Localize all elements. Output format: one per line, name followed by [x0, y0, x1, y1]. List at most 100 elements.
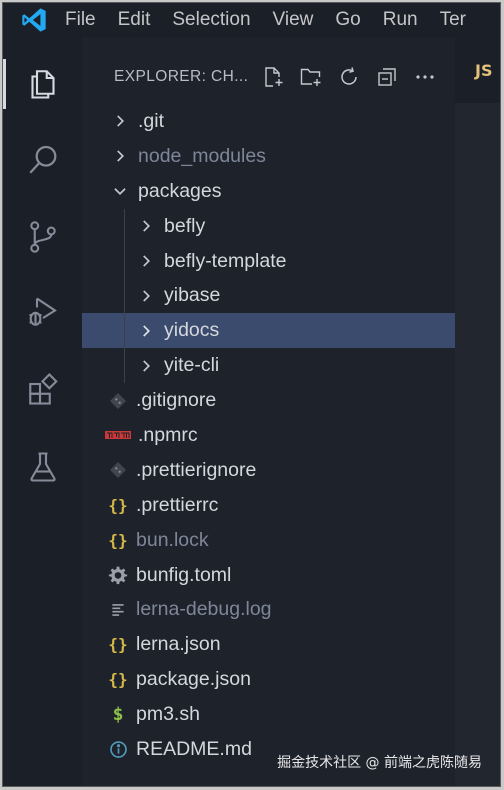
refresh-button[interactable] — [330, 61, 368, 93]
tree-item-prettierrc[interactable]: {} .prettierrc — [82, 488, 455, 523]
tree-item-npmrc[interactable]: .npmrc — [82, 418, 455, 453]
indent-guide — [124, 348, 125, 384]
search-icon — [28, 145, 56, 174]
new-folder-button[interactable] — [292, 61, 330, 93]
indent-guide — [124, 278, 125, 314]
tree-item-label: README.md — [136, 737, 252, 760]
vscode-logo-icon — [3, 3, 65, 37]
activity-run-debug[interactable] — [3, 287, 82, 337]
extensions-icon — [28, 372, 58, 405]
tree-item-label: befly — [164, 214, 206, 237]
tree-item-bunfig-toml[interactable]: bunfig.toml — [82, 558, 455, 593]
tree-item-label: pm3.sh — [136, 703, 200, 726]
js-file-tab[interactable]: JS — [475, 61, 492, 80]
tree-item-label: yite-cli — [164, 354, 220, 377]
vscode-window: File Edit Selection View Go Run Ter EXPL… — [2, 2, 501, 787]
json-braces-icon: {} — [108, 530, 128, 550]
chevron-right-icon — [134, 284, 158, 308]
dollar-icon: $ — [112, 704, 124, 726]
tree-item-befly-template[interactable]: befly-template — [82, 243, 455, 279]
explorer-title: EXPLORER: CH... — [114, 68, 249, 85]
activity-testing[interactable] — [3, 442, 82, 492]
tree-item-label: befly-template — [164, 249, 287, 272]
file-tree: .git node_modules packages befly befly-t… — [82, 104, 455, 767]
menu-file[interactable]: File — [65, 9, 96, 31]
json-braces-icon: {} — [108, 635, 128, 655]
gear-icon — [106, 563, 130, 587]
tree-item-label: bunfig.toml — [136, 563, 232, 586]
tree-item-yidocs[interactable]: yidocs — [82, 313, 455, 349]
explorer-sidebar: EXPLORER: CH... .git node_modules packag… — [82, 37, 455, 786]
tree-item-label: yidocs — [164, 319, 220, 342]
tree-item-label: .prettierignore — [136, 458, 257, 481]
tree-item-befly[interactable]: befly — [82, 208, 455, 244]
menu-terminal[interactable]: Ter — [440, 9, 466, 31]
tree-item-label: bun.lock — [136, 528, 209, 551]
new-folder-icon — [300, 68, 321, 86]
collapse-all-icon — [378, 68, 396, 86]
tree-item-packages[interactable]: packages — [82, 174, 455, 209]
chevron-down-icon — [108, 179, 132, 203]
tree-item-package-json[interactable]: {} package.json — [82, 662, 455, 697]
tree-item-label: .git — [138, 109, 165, 132]
tree-item-label: yibase — [164, 284, 221, 307]
npm-icon — [104, 423, 132, 447]
active-indicator — [3, 59, 6, 109]
tree-item-yite-cli[interactable]: yite-cli — [82, 348, 455, 384]
explorer-icon — [30, 70, 55, 99]
json-braces-icon: {} — [108, 495, 128, 515]
json-braces-icon: {} — [108, 670, 128, 690]
activity-source-control[interactable] — [3, 212, 82, 262]
indent-guide — [124, 243, 125, 279]
chevron-right-icon — [134, 354, 158, 378]
activity-search[interactable] — [3, 135, 82, 185]
source-control-icon — [29, 221, 56, 253]
activity-bar — [3, 37, 82, 786]
tree-item-label: lerna.json — [136, 633, 221, 656]
git-file-icon — [106, 458, 130, 482]
tree-item-lerna-debug-log[interactable]: lerna-debug.log — [82, 592, 455, 627]
collapse-all-button[interactable] — [368, 61, 406, 93]
tree-item-label: .prettierrc — [136, 493, 219, 516]
chevron-right-icon — [134, 249, 158, 273]
tree-item-git[interactable]: .git — [82, 104, 455, 139]
chevron-right-icon — [134, 319, 158, 343]
new-file-icon — [265, 67, 283, 87]
info-icon — [106, 737, 130, 761]
tree-item-label: package.json — [136, 668, 251, 691]
activity-extensions[interactable] — [3, 365, 82, 415]
activity-explorer[interactable] — [3, 59, 82, 109]
tree-item-gitignore[interactable]: .gitignore — [82, 383, 455, 418]
run-debug-icon — [29, 297, 57, 326]
more-icon — [416, 75, 434, 79]
indent-guide — [124, 208, 125, 244]
tree-item-label: node_modules — [138, 144, 266, 167]
more-actions-button[interactable] — [406, 61, 444, 93]
testing-icon — [29, 452, 56, 482]
tree-item-pm3-sh[interactable]: $ pm3.sh — [82, 697, 455, 732]
tree-item-yibase[interactable]: yibase — [82, 278, 455, 314]
watermark: 掘金技术社区 @ 前端之虎陈随易 — [277, 755, 482, 771]
chevron-right-icon — [108, 144, 132, 168]
tree-item-node-modules[interactable]: node_modules — [82, 139, 455, 174]
new-file-button[interactable] — [254, 61, 292, 93]
tree-item-lerna-json[interactable]: {} lerna.json — [82, 627, 455, 662]
tree-item-bun-lock[interactable]: {} bun.lock — [82, 523, 455, 558]
chevron-right-icon — [108, 109, 132, 133]
log-lines-icon — [106, 598, 130, 622]
editor-area: JS — [455, 37, 500, 786]
refresh-icon — [341, 67, 357, 85]
tree-item-label: lerna-debug.log — [136, 598, 272, 621]
indent-guide — [124, 313, 125, 349]
git-file-icon — [106, 389, 130, 413]
tree-item-label: .gitignore — [136, 389, 217, 412]
editor-tab-bar: JS — [455, 37, 500, 103]
menu-run[interactable]: Run — [383, 9, 418, 31]
tree-item-prettierignore[interactable]: .prettierignore — [82, 453, 455, 488]
menu-view[interactable]: View — [273, 9, 314, 31]
chevron-right-icon — [134, 214, 158, 238]
tree-item-label: .npmrc — [138, 423, 198, 446]
menu-selection[interactable]: Selection — [172, 9, 250, 31]
menu-edit[interactable]: Edit — [118, 9, 151, 31]
menu-go[interactable]: Go — [335, 9, 360, 31]
